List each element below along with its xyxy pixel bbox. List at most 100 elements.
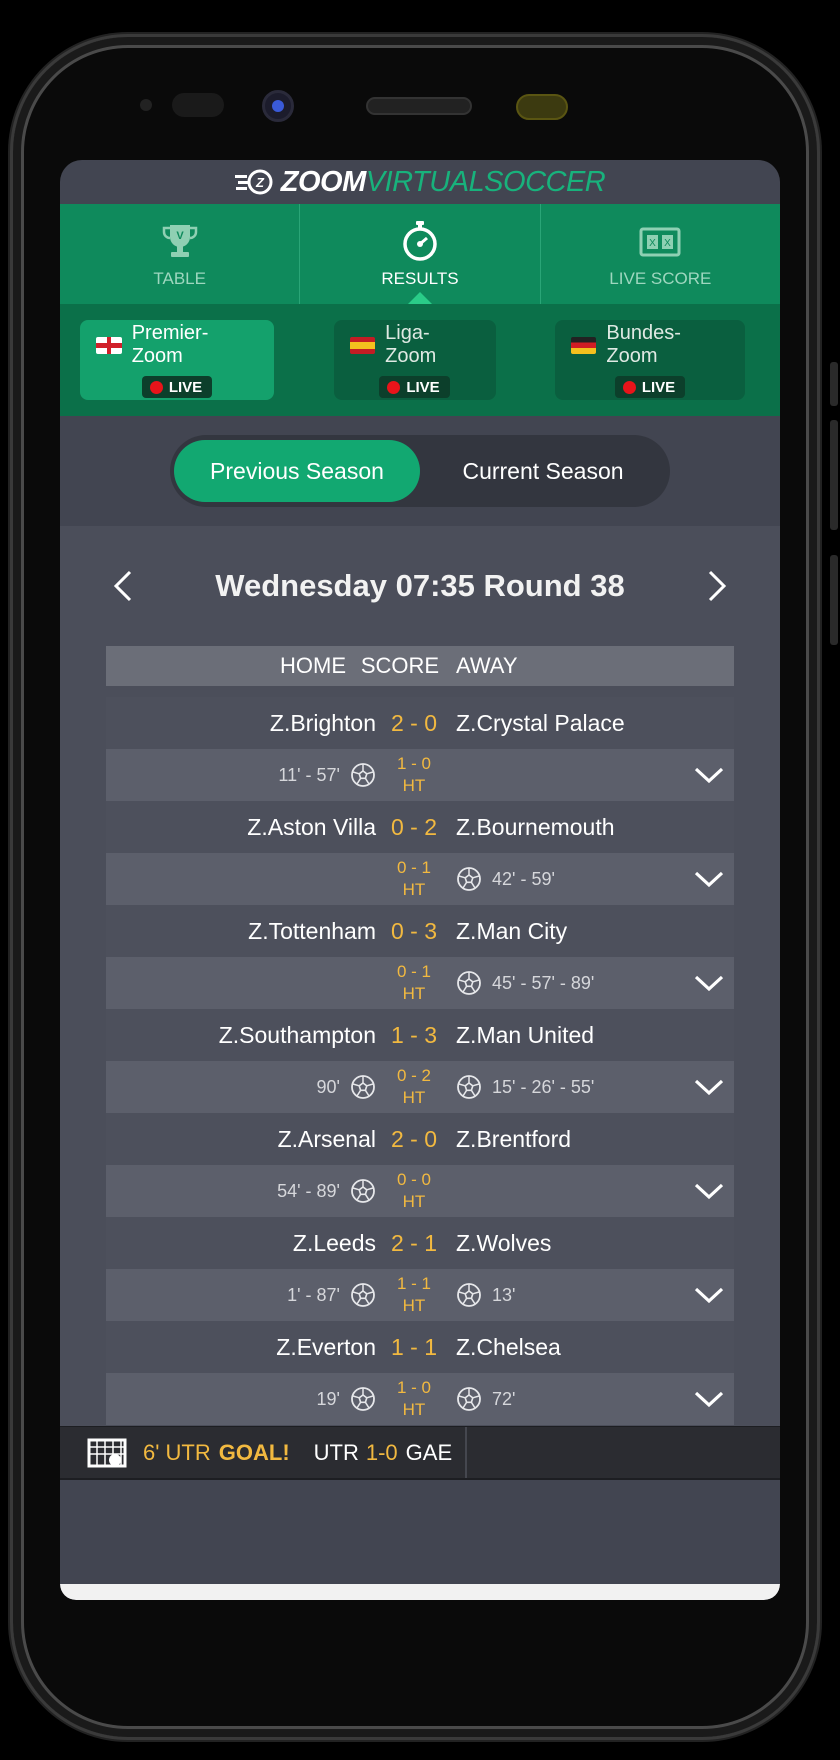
match-row: Z.Aston Villa 0 - 2 Z.Bournemouth 0 - 1 HT 42… xyxy=(106,801,734,905)
ht-label: HT xyxy=(402,1400,426,1419)
season-toggle-wrap: Previous Season Current Season xyxy=(60,416,780,526)
soccer-ball-icon xyxy=(457,1387,481,1411)
expand-match-button[interactable] xyxy=(684,869,734,889)
half-time-score: 1 - 0 HT xyxy=(376,1377,452,1421)
round-navigator: Wednesday 07:35 Round 38 xyxy=(60,526,780,646)
live-dot-icon xyxy=(149,380,163,394)
live-dot-icon xyxy=(387,380,401,394)
expand-match-button[interactable] xyxy=(684,1077,734,1097)
away-team: Z.Wolves xyxy=(456,1229,552,1256)
ht-score-value: 0 - 1 xyxy=(396,962,432,981)
ht-label: HT xyxy=(402,1192,426,1211)
app-header: Z ZOOM VIRTUALSOCCER xyxy=(60,160,780,204)
league-tab-bundes-zoom[interactable]: Bundes-Zoom LIVE xyxy=(555,320,745,400)
away-goals: 15' - 26' - 55' xyxy=(452,1074,684,1100)
away-goal-minutes: 72' xyxy=(492,1388,516,1409)
app-screen: Z ZOOM VIRTUALSOCCER V TABLE RESULTS X X… xyxy=(60,160,780,1600)
match-detail-row: 54' - 89' 0 - 0 HT xyxy=(106,1165,734,1217)
flash-sensor xyxy=(516,94,568,120)
ht-score-value: 0 - 1 xyxy=(396,858,432,877)
scoreboard-icon: X X xyxy=(639,227,681,257)
half-time-score: 1 - 1 HT xyxy=(376,1273,452,1317)
away-team: Z.Chelsea xyxy=(456,1333,561,1360)
chevron-down-icon xyxy=(694,1391,724,1408)
league-tab-liga-zoom[interactable]: Liga-Zoom LIVE xyxy=(333,320,496,400)
expand-match-button[interactable] xyxy=(684,973,734,993)
header-home: HOME xyxy=(280,653,346,678)
svg-text:X: X xyxy=(664,238,671,249)
ticker-score: 1-0 xyxy=(365,1439,398,1465)
stopwatch-icon xyxy=(403,221,437,261)
goal-ticker: 6' UTR GOAL! UTR 1-0 GAE xyxy=(60,1426,780,1480)
match-row: Z.Tottenham 0 - 3 Z.Man City 0 - 1 HT 45' - 5… xyxy=(106,905,734,1009)
zoom-logo-icon: Z xyxy=(234,169,273,195)
half-time-score: 0 - 2 HT xyxy=(376,1065,452,1109)
expand-match-button[interactable] xyxy=(684,1285,734,1305)
svg-text:Z: Z xyxy=(255,175,265,190)
trophy-icon: V xyxy=(162,225,197,257)
current-season-button[interactable]: Current Season xyxy=(420,440,666,502)
full-time-score: 2 - 0 xyxy=(390,709,438,736)
previous-season-button[interactable]: Previous Season xyxy=(174,440,420,502)
season-toggle: Previous Season Current Season xyxy=(170,435,670,507)
soccer-ball-icon xyxy=(351,1075,375,1099)
match-row: Z.Arsenal 2 - 0 Z.Brentford 54' - 89' 0 - 0 H… xyxy=(106,1113,734,1217)
home-team: Z.Tottenham xyxy=(248,917,376,944)
expand-match-button[interactable] xyxy=(684,765,734,785)
league-name: Liga-Zoom xyxy=(385,322,437,367)
home-team: Z.Southampton xyxy=(218,1021,376,1048)
live-label: LIVE xyxy=(406,378,440,396)
league-name: Bundes-Zoom xyxy=(606,322,681,367)
logo-zoom-text: ZOOM xyxy=(280,165,367,198)
home-goal-minutes: 19' xyxy=(316,1388,340,1409)
half-time-score: 0 - 0 HT xyxy=(376,1169,452,1213)
svg-text:X: X xyxy=(649,238,656,249)
match-detail-row: 0 - 1 HT 42' - 59' xyxy=(106,853,734,905)
tab-table[interactable]: V TABLE xyxy=(60,204,301,304)
league-name: Premier-Zoom xyxy=(131,322,209,367)
round-title: Wednesday 07:35 Round 38 xyxy=(215,568,625,603)
tab-table-label: TABLE xyxy=(153,269,206,288)
league-tab-premier-zoom[interactable]: Premier-Zoom LIVE xyxy=(80,320,274,400)
chevron-left-icon[interactable] xyxy=(110,568,136,604)
chevron-right-icon[interactable] xyxy=(704,568,730,604)
tab-live-score-label: LIVE SCORE xyxy=(609,269,712,288)
home-goals: 54' - 89' xyxy=(106,1178,376,1204)
match-row: Z.Everton 1 - 1 Z.Chelsea 19' 1 - 0 HT 72' xyxy=(106,1321,734,1425)
live-label: LIVE xyxy=(168,378,203,396)
ht-score-value: 1 - 1 xyxy=(396,1274,432,1293)
away-team: Z.Man City xyxy=(456,917,568,944)
proximity-sensor xyxy=(140,99,152,111)
home-goal-minutes: 54' - 89' xyxy=(277,1180,340,1201)
front-camera xyxy=(262,90,294,122)
home-goals: 19' xyxy=(106,1386,376,1412)
tab-live-score[interactable]: X X LIVE SCORE xyxy=(541,204,780,304)
sensor-pill xyxy=(172,93,224,117)
half-time-score: 0 - 1 HT xyxy=(376,961,452,1005)
tab-results-label: RESULTS xyxy=(381,269,459,288)
chevron-down-icon xyxy=(694,1287,724,1304)
home-goals: 1' - 87' xyxy=(106,1282,376,1308)
away-goal-minutes: 13' xyxy=(492,1284,516,1305)
live-badge: LIVE xyxy=(614,376,686,398)
ticker-goal-item[interactable]: 6' UTR GOAL! UTR 1-0 GAE xyxy=(60,1427,467,1478)
ticker-away-team: GAE xyxy=(405,1439,453,1465)
active-tab-indicator xyxy=(407,292,432,304)
volume-button xyxy=(830,420,838,530)
away-team: Z.Man United xyxy=(456,1021,595,1048)
tab-results[interactable]: RESULTS xyxy=(300,204,541,304)
match-main-row: Z.Brighton 2 - 0 Z.Crystal Palace xyxy=(106,697,734,749)
expand-match-button[interactable] xyxy=(684,1181,734,1201)
full-time-score: 2 - 1 xyxy=(390,1229,438,1256)
ticker-home-team: UTR xyxy=(313,1439,359,1465)
home-goal-minutes: 90' xyxy=(316,1076,340,1097)
home-indicator-bar xyxy=(60,1584,780,1600)
away-goals: 72' xyxy=(452,1386,684,1412)
home-team: Z.Brighton xyxy=(269,709,376,736)
earpiece-speaker xyxy=(366,97,472,115)
expand-match-button[interactable] xyxy=(684,1389,734,1409)
home-team: Z.Aston Villa xyxy=(247,813,376,840)
ht-label: HT xyxy=(402,1088,426,1107)
soccer-ball-icon xyxy=(457,867,481,891)
soccer-ball-icon xyxy=(457,1283,481,1307)
